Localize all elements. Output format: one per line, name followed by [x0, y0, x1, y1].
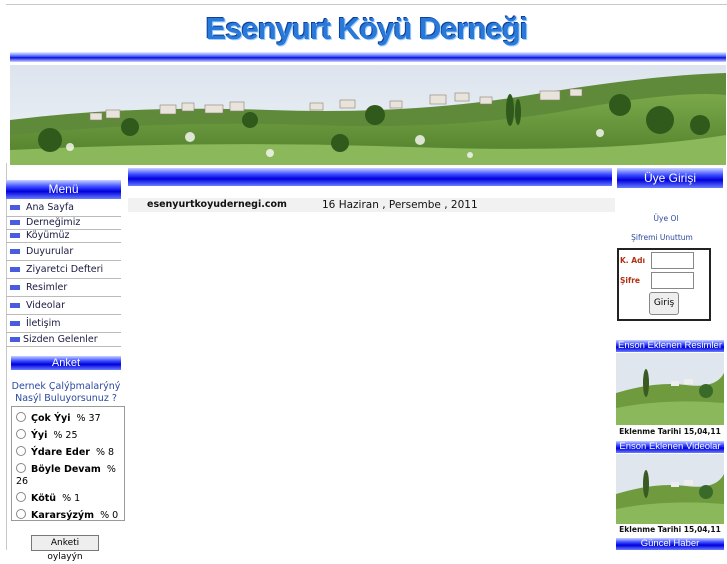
- password-label: Şifre: [620, 276, 641, 285]
- menu-item-label: İletişim: [26, 317, 61, 329]
- bullet-icon: [10, 302, 20, 308]
- menu-item-iletisim[interactable]: İletişim: [6, 315, 121, 333]
- radio-button[interactable]: [16, 492, 26, 502]
- radio-button[interactable]: [16, 412, 26, 422]
- menu-item-label: Köyümüz: [26, 230, 70, 241]
- header-divider-bar: [10, 52, 726, 62]
- poll-option-label: Ýdare Eder: [31, 447, 90, 458]
- latest-video-date: Eklenme Tarihi 15,04,11: [619, 525, 721, 534]
- latest-video-thumbnail[interactable]: [616, 454, 724, 526]
- menu-item-resimler[interactable]: Resimler: [6, 279, 121, 297]
- radio-button[interactable]: [16, 446, 26, 456]
- radio-button[interactable]: [16, 429, 26, 439]
- latest-images-title: Enson Eklenen Resimler: [617, 340, 723, 351]
- latest-images-title-bar: Enson Eklenen Resimler: [616, 340, 724, 352]
- latest-videos-title-bar: Enson Eklenen Videolar: [616, 441, 724, 453]
- poll-option-percent: % 37: [76, 413, 101, 424]
- register-link[interactable]: Üye Ol: [611, 214, 721, 223]
- village-thumbnail-image: [616, 454, 724, 524]
- forgot-password-link[interactable]: Şifremi Unuttum: [607, 233, 717, 242]
- latest-image-thumbnail[interactable]: [616, 353, 724, 425]
- menu-item-label: Ziyaretci Defteri: [26, 263, 104, 275]
- poll-option-label: Kötü: [31, 493, 57, 504]
- username-label: K. Adı: [620, 256, 646, 265]
- poll-options: Çok Ýyi % 37 Ýyi % 25 Ýdare Eder % 8 Böy…: [11, 406, 125, 521]
- login-button[interactable]: Giriş: [649, 292, 679, 315]
- poll-title: Anket: [51, 357, 81, 369]
- news-title: Güncel Haber: [640, 538, 700, 549]
- poll-option-percent: % 25: [53, 430, 78, 441]
- poll-option-label: Kararsýzým: [31, 510, 95, 521]
- news-title-bar: Güncel Haber: [616, 538, 724, 550]
- bullet-icon: [10, 205, 20, 211]
- poll-option-percent: % 1: [62, 493, 81, 504]
- poll-option[interactable]: Böyle Devam % 26: [12, 463, 124, 488]
- menu-item-label: Duyurular: [26, 245, 74, 257]
- content-header-bar: [128, 168, 612, 186]
- menu-item-sizden-gelenler[interactable]: Sizden Gelenler: [6, 333, 121, 347]
- menu-item-label: Sizden Gelenler: [23, 333, 98, 345]
- poll-option[interactable]: Ýdare Eder % 8: [12, 446, 124, 459]
- poll-question: Dernek Çalýþmalarýný Nasýl Buluyorsunuz …: [11, 381, 121, 404]
- poll-option[interactable]: Kötü % 1: [12, 492, 124, 505]
- poll-option-label: Böyle Devam: [31, 464, 101, 475]
- username-input[interactable]: [651, 252, 694, 269]
- menu-item-label: Ana Sayfa: [26, 202, 75, 214]
- site-header: Esenyurt Köyü Derneği: [6, 5, 727, 165]
- latest-image-date: Eklenme Tarihi 15,04,11: [619, 427, 721, 436]
- current-date: 16 Haziran , Persembe , 2011: [322, 199, 478, 211]
- menu-item-ziyaretci-defteri[interactable]: Ziyaretci Defteri: [6, 261, 121, 279]
- bullet-icon: [10, 266, 20, 272]
- site-domain-text: esenyurtkoyudernegi.com: [147, 199, 287, 210]
- vote-button[interactable]: Anketi oylayýn: [31, 535, 99, 562]
- radio-button[interactable]: [16, 463, 26, 473]
- menu-title-bar: Menü: [6, 180, 121, 199]
- menu-item-koyumuz[interactable]: Köyümüz: [6, 230, 121, 243]
- menu-item-label: Resimler: [26, 281, 68, 293]
- bullet-icon: [10, 233, 20, 238]
- poll-title-bar: Anket: [11, 356, 121, 370]
- poll-option[interactable]: Çok Ýyi % 37: [12, 412, 124, 425]
- menu-title: Menü: [48, 182, 79, 196]
- sidebar-menu: Ana Sayfa Derneğimiz Köyümüz Duyurular Z…: [6, 200, 121, 347]
- radio-button[interactable]: [16, 509, 26, 519]
- poll-option-percent: % 0: [100, 510, 119, 521]
- bullet-icon: [10, 336, 20, 342]
- menu-item-videolar[interactable]: Videolar: [6, 297, 121, 315]
- poll-option-label: Ýyi: [31, 430, 48, 441]
- village-thumbnail-image: [616, 353, 724, 425]
- poll-option[interactable]: Kararsýzým % 0: [12, 509, 124, 522]
- bullet-icon: [10, 220, 20, 225]
- village-banner-image: [10, 65, 726, 165]
- poll-option[interactable]: Ýyi % 25: [12, 429, 124, 442]
- village-landscape-illustration: [10, 65, 726, 165]
- menu-item-duyurular[interactable]: Duyurular: [6, 243, 121, 261]
- bullet-icon: [10, 320, 20, 326]
- bullet-icon: [10, 248, 20, 254]
- poll-option-label: Çok Ýyi: [31, 413, 71, 424]
- password-input[interactable]: [651, 272, 694, 289]
- latest-videos-title: Enson Eklenen Videolar: [619, 441, 721, 452]
- site-title: Esenyurt Köyü Derneği: [205, 11, 529, 46]
- login-title-bar: Üye Girişi: [617, 168, 723, 188]
- menu-item-label: Videolar: [26, 299, 65, 311]
- login-title: Üye Girişi: [643, 171, 696, 185]
- poll-option-percent: % 8: [96, 447, 115, 458]
- bullet-icon: [10, 284, 20, 290]
